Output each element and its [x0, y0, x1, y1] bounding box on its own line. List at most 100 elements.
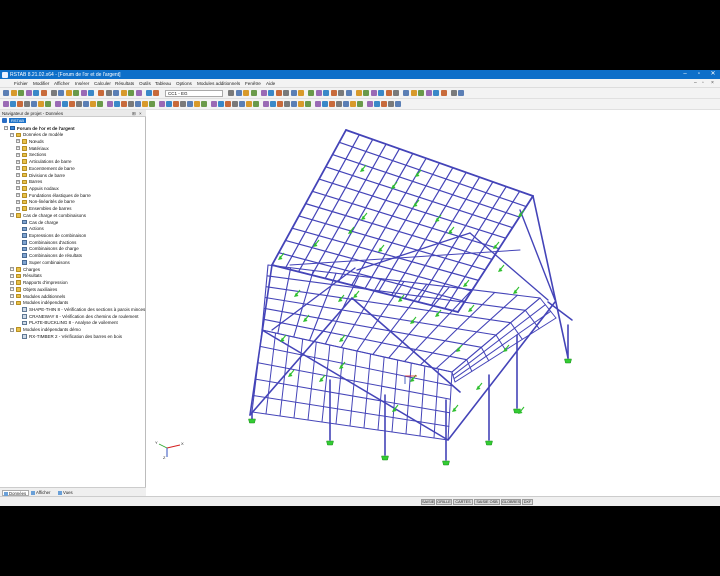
- toolbar-button[interactable]: [128, 90, 134, 96]
- expand-icon[interactable]: +: [16, 152, 20, 157]
- minimize-icon[interactable]: –: [678, 70, 692, 79]
- toolbar-button[interactable]: [232, 101, 238, 107]
- purlin-line[interactable]: [338, 141, 527, 208]
- tree-item[interactable]: + Sections: [0, 152, 146, 159]
- status-saisie-osb[interactable]: SAISIE OSB: [474, 498, 500, 505]
- rafter-line[interactable]: [265, 332, 277, 415]
- toolbar-button[interactable]: [73, 90, 79, 96]
- tree-item[interactable]: − Modules indépendants démo: [0, 327, 146, 334]
- toolbar-button[interactable]: [25, 90, 32, 96]
- expand-icon[interactable]: +: [16, 173, 20, 178]
- toolbar-button[interactable]: [450, 90, 457, 96]
- nodal-support[interactable]: [381, 455, 389, 461]
- menu-calculer[interactable]: Calculer: [94, 81, 111, 86]
- toolbar-button[interactable]: [308, 90, 314, 96]
- doc-close-icon[interactable]: ×: [711, 80, 714, 86]
- member-line[interactable]: [345, 129, 534, 197]
- menu-resultats[interactable]: Résultats: [115, 81, 134, 86]
- expand-icon[interactable]: +: [16, 139, 20, 144]
- nodal-support[interactable]: [564, 358, 572, 364]
- toolbar-button[interactable]: [83, 101, 89, 107]
- expand-icon[interactable]: +: [16, 206, 20, 211]
- rafter-line[interactable]: [451, 371, 456, 383]
- doc-restore-icon[interactable]: ▫: [702, 80, 704, 86]
- toolbar-button[interactable]: [135, 90, 142, 96]
- toolbar-button[interactable]: [283, 90, 289, 96]
- toolbar-button[interactable]: [17, 101, 23, 107]
- toolbar-button[interactable]: [40, 90, 47, 96]
- menu-outils[interactable]: Outils: [139, 81, 151, 86]
- toolbar-button[interactable]: [55, 101, 61, 107]
- collapse-icon[interactable]: −: [10, 287, 14, 292]
- toolbar-button[interactable]: [107, 101, 113, 107]
- toolbar-button[interactable]: [114, 101, 120, 107]
- collapse-icon[interactable]: −: [10, 267, 14, 272]
- toolbar-button[interactable]: [80, 90, 87, 96]
- tree-item[interactable]: − Modules indépendants: [0, 300, 146, 307]
- toolbar-button[interactable]: [253, 101, 259, 107]
- nodal-support[interactable]: [326, 440, 334, 446]
- tree-item[interactable]: + Divisions de barre: [0, 172, 146, 179]
- tab-vues[interactable]: Vues: [57, 490, 75, 496]
- toolbar-button[interactable]: [370, 90, 377, 96]
- toolbar-button[interactable]: [323, 90, 329, 96]
- toolbar-button[interactable]: [345, 90, 352, 96]
- toolbar-button[interactable]: [149, 101, 155, 107]
- toolbar-button[interactable]: [65, 90, 72, 96]
- toolbar-button[interactable]: [338, 90, 344, 96]
- rstab-badge[interactable]: RSTAB: [9, 118, 27, 123]
- toolbar-button[interactable]: [246, 101, 252, 107]
- toolbar-button[interactable]: [218, 101, 224, 107]
- menu-options[interactable]: Options: [176, 81, 192, 86]
- toolbar-button[interactable]: [263, 101, 269, 107]
- status-dxf[interactable]: DXF: [522, 498, 533, 505]
- toolbar-button[interactable]: [350, 101, 356, 107]
- tree-item[interactable]: + Appuis nodaux: [0, 185, 146, 192]
- rafter-line[interactable]: [405, 362, 412, 435]
- toolbar-button[interactable]: [330, 90, 337, 96]
- toolbar-button[interactable]: [291, 101, 297, 107]
- collapse-icon[interactable]: −: [10, 280, 14, 285]
- menu-tableau[interactable]: Tableau: [155, 81, 171, 86]
- toolbar-button[interactable]: [45, 101, 51, 107]
- toolbar-button[interactable]: [298, 101, 304, 107]
- nodal-support[interactable]: [442, 460, 450, 466]
- toolbar-button[interactable]: [393, 90, 399, 96]
- toolbar-button[interactable]: [355, 90, 362, 96]
- status-cartes[interactable]: CARTES: [453, 498, 473, 505]
- toolbar-button[interactable]: [277, 101, 283, 107]
- rafter-line[interactable]: [311, 143, 387, 276]
- member-line[interactable]: [271, 129, 347, 266]
- load-case-combo[interactable]: CC1 - EG: [165, 89, 223, 97]
- menu-fichier[interactable]: Fichier: [14, 81, 28, 86]
- expand-icon[interactable]: +: [16, 179, 20, 184]
- expand-icon[interactable]: +: [16, 199, 20, 204]
- toolbar-button[interactable]: [113, 90, 119, 96]
- menu-modifier[interactable]: Modifier: [33, 81, 49, 86]
- nodal-support[interactable]: [485, 440, 493, 446]
- tree-item[interactable]: − Données de modèle: [0, 132, 146, 139]
- toolbar-button[interactable]: [76, 101, 82, 107]
- rafter-line[interactable]: [335, 347, 344, 425]
- toolbar-button[interactable]: [322, 101, 328, 107]
- purlin-line[interactable]: [257, 362, 451, 400]
- tree-item[interactable]: + Ensembles de barres: [0, 206, 146, 213]
- toolbar-button[interactable]: [290, 90, 297, 96]
- collapse-icon[interactable]: −: [10, 300, 14, 305]
- tree-item[interactable]: Combinaisons d'actions: [0, 239, 146, 246]
- purlin-line[interactable]: [298, 215, 486, 271]
- tree-item[interactable]: + Excentrement de barre: [0, 165, 146, 172]
- toolbar-button[interactable]: [135, 101, 141, 107]
- member-line[interactable]: [469, 232, 549, 301]
- purlin-line[interactable]: [331, 153, 520, 218]
- toolbar-button[interactable]: [235, 90, 242, 96]
- purlin-line[interactable]: [451, 297, 541, 373]
- toolbar-button[interactable]: [18, 90, 24, 96]
- tree-item[interactable]: − Charges: [0, 266, 146, 273]
- toolbar-button[interactable]: [180, 101, 186, 107]
- rafter-line[interactable]: [417, 181, 494, 303]
- rafter-line[interactable]: [377, 356, 385, 431]
- rafter-line[interactable]: [364, 162, 441, 290]
- toolbar-button[interactable]: [418, 90, 424, 96]
- toolbar-button[interactable]: [378, 90, 384, 96]
